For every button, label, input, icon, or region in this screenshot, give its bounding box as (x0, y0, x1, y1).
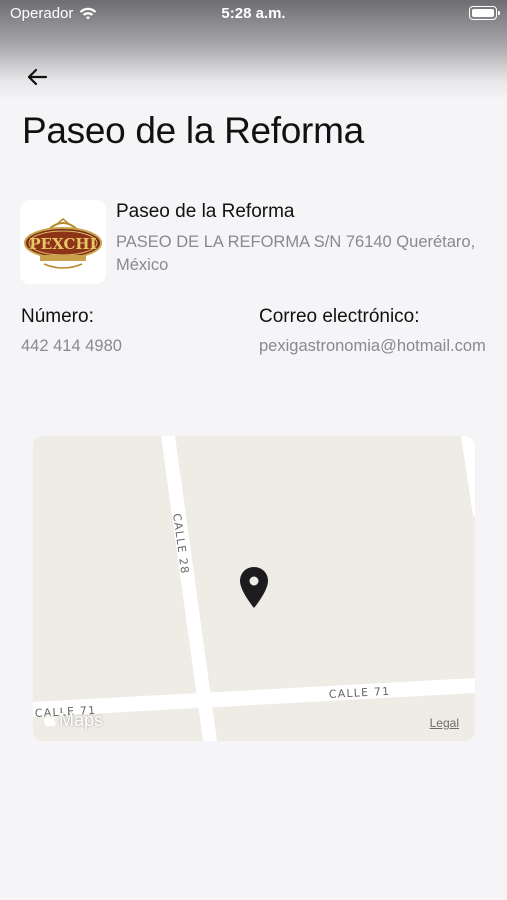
arrow-left-icon (27, 68, 48, 86)
phone-number[interactable]: 442 414 4980 (21, 335, 122, 357)
restaurant-logo: PEXCHI (20, 200, 106, 284)
maps-brand-text: Maps (59, 710, 104, 730)
place-name: Paseo de la Reforma (116, 201, 295, 222)
number-label: Número: (21, 306, 94, 327)
page-title: Paseo de la Reforma (22, 110, 364, 151)
apple-maps-logo: Maps (43, 710, 103, 731)
email-label: Correo electrónico: (259, 306, 420, 327)
map-canvas: CALLE 28 CALLE 71 CALLE 71 (33, 436, 475, 741)
battery-icon (469, 6, 500, 20)
back-button[interactable] (22, 64, 52, 90)
status-time: 5:28 a.m. (221, 5, 286, 22)
email-address[interactable]: pexigastronomia@hotmail.com (259, 335, 491, 357)
apple-icon (44, 713, 56, 727)
place-address: PASEO DE LA REFORMA S/N 76140 Querétaro,… (116, 233, 476, 274)
map-view[interactable]: CALLE 28 CALLE 71 CALLE 71 Maps Legal (33, 436, 475, 741)
legal-link[interactable]: Legal (430, 716, 459, 730)
logo-text: PEXCHI (29, 235, 96, 253)
status-bar: Operador 5:28 a.m. (0, 0, 507, 100)
